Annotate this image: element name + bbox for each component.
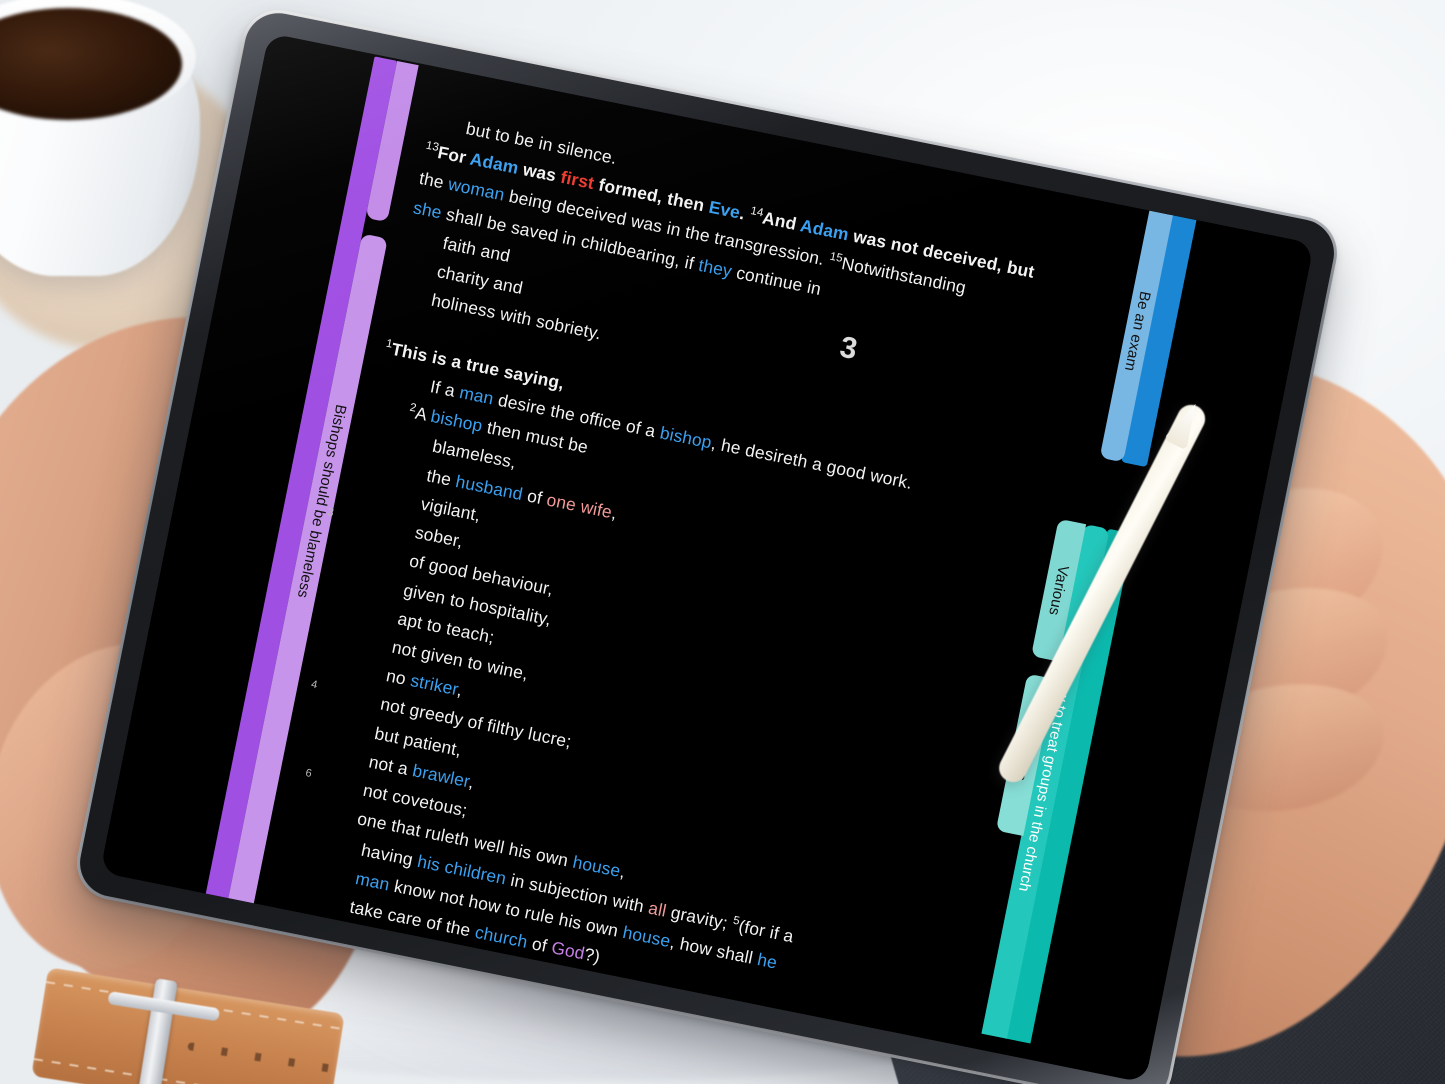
verse-text: For: [436, 142, 473, 169]
verse-text: first: [558, 167, 596, 194]
verse-text: was: [516, 158, 563, 187]
verse-text: the: [417, 168, 451, 194]
verse-text: If a: [428, 376, 462, 402]
verse-text: wife: [578, 495, 614, 522]
verse-text: Adam: [798, 215, 851, 245]
verse-text: Eve: [707, 196, 742, 223]
verse-text: bishop: [429, 405, 485, 436]
verse-text: striker: [408, 670, 460, 700]
verse-text: bishop: [658, 422, 714, 453]
verse-text: And: [760, 207, 803, 235]
verse-text: God: [549, 937, 587, 964]
verse-text: man: [353, 867, 392, 895]
verse-text: one: [545, 488, 579, 515]
margin-number-3: 3: [326, 506, 335, 520]
verse-text: Adam: [468, 148, 521, 179]
verse-text: the: [424, 464, 459, 491]
verse-text: man: [457, 381, 496, 409]
verse-text: ?): [582, 943, 603, 967]
verse-text: they: [696, 254, 734, 281]
verse-text: house: [621, 921, 673, 951]
watch-strap-holes: [187, 1042, 337, 1074]
verse-text: sober,: [413, 522, 465, 552]
verse-text: church: [473, 921, 530, 952]
verse-text: house: [570, 852, 623, 882]
verse-text: not a: [367, 751, 415, 780]
photo-scene: Bishops should be blameless Be an exam H…: [0, 0, 1445, 1084]
verse-text: she: [411, 196, 444, 223]
verse-text: he: [755, 948, 779, 973]
watch-buckle: [137, 978, 178, 1084]
